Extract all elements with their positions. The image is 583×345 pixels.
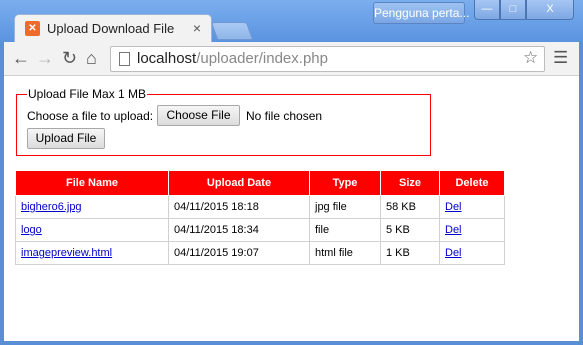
file-link[interactable]: logo [21,224,42,236]
table-row: bighero6.jpg 04/11/2015 18:18 jpg file 5… [15,195,505,219]
url-path: /uploader/index.php [196,50,328,67]
user-badge[interactable]: Pengguna perta... [373,2,469,24]
files-table: File Name Upload Date Type Size Delete b… [15,171,505,265]
page-icon [119,52,130,66]
fieldset-legend: Upload File Max 1 MB [27,87,148,101]
page-content: Upload File Max 1 MB Choose a file to up… [4,76,579,341]
star-icon[interactable]: ☆ [523,48,538,68]
type-cell: file [309,218,381,242]
upload-date-cell: 04/11/2015 18:18 [168,195,310,219]
close-window-button[interactable]: X [526,0,574,20]
xampp-icon: ✕ [25,21,40,36]
delete-link[interactable]: Del [445,247,462,259]
table-row: logo 04/11/2015 18:34 file 5 KB Del [15,218,505,242]
choose-file-button[interactable]: Choose File [157,105,240,126]
file-name-cell: logo [15,218,169,242]
arrow-right-icon[interactable]: → [36,48,54,68]
tab-close-icon[interactable]: × [193,20,201,36]
size-cell: 58 KB [380,195,440,219]
file-name-cell: imagepreview.html [15,241,169,265]
reload-icon[interactable]: ↻ [62,48,77,68]
no-file-status: No file chosen [246,109,323,123]
header-size: Size [380,171,440,196]
file-name-cell: bighero6.jpg [15,195,169,219]
arrow-left-icon[interactable]: ← [12,48,30,68]
file-link[interactable]: bighero6.jpg [21,201,82,213]
delete-link[interactable]: Del [445,224,462,236]
tab-active[interactable]: ✕ Upload Download File × [14,14,212,42]
table-row: imagepreview.html 04/11/2015 19:07 html … [15,241,505,265]
header-upload-date: Upload Date [168,171,310,196]
tab-title: Upload Download File [47,21,175,36]
choose-file-label: Choose a file to upload: [27,109,154,123]
delete-link[interactable]: Del [445,201,462,213]
browser-toolbar: ← → ↻ ⌂ localhost/uploader/index.php ☆ ☰ [4,42,579,76]
upload-date-cell: 04/11/2015 18:34 [168,218,310,242]
minimize-button[interactable]: — [474,0,500,20]
maximize-button[interactable]: □ [500,0,526,20]
home-icon[interactable]: ⌂ [86,48,97,68]
file-link[interactable]: imagepreview.html [21,247,112,259]
address-bar[interactable]: localhost/uploader/index.php [110,46,545,72]
title-bar: ✕ Upload Download File × Pengguna perta.… [0,0,583,42]
table-header-row: File Name Upload Date Type Size Delete [15,171,505,196]
header-delete: Delete [439,171,505,196]
upload-fieldset: Upload File Max 1 MB Choose a file to up… [16,87,431,156]
delete-cell: Del [439,195,505,219]
header-type: Type [309,171,381,196]
size-cell: 5 KB [380,218,440,242]
size-cell: 1 KB [380,241,440,265]
url-text[interactable]: localhost/uploader/index.php [137,50,328,68]
browser-window: ✕ Upload Download File × Pengguna perta.… [0,0,583,345]
delete-cell: Del [439,241,505,265]
upload-date-cell: 04/11/2015 19:07 [168,241,310,265]
header-file-name: File Name [15,171,169,196]
upload-file-button[interactable]: Upload File [27,128,105,149]
new-tab-button[interactable] [210,22,254,40]
hamburger-menu-icon[interactable]: ☰ [553,48,568,68]
delete-cell: Del [439,218,505,242]
type-cell: html file [309,241,381,265]
url-host: localhost [137,50,197,67]
type-cell: jpg file [309,195,381,219]
